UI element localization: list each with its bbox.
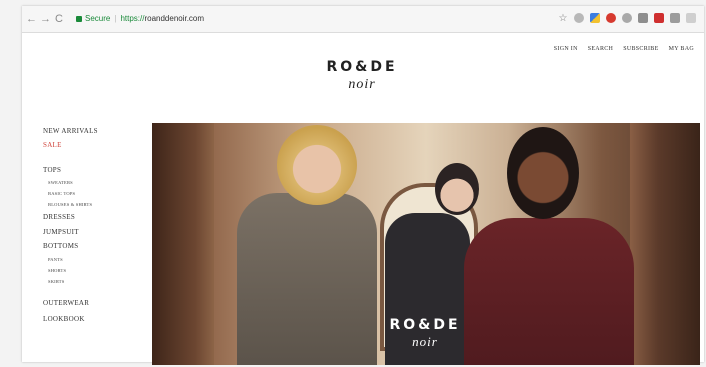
extension-globe-icon[interactable] [574, 13, 584, 23]
sidebar-item-sale[interactable]: SALE [43, 141, 62, 149]
sidebar-item-sweaters[interactable]: SWEATERS [48, 180, 73, 185]
top-nav-search[interactable]: SEARCH [588, 46, 613, 52]
bookmark-star-icon[interactable]: ☆ [558, 13, 568, 25]
sidebar-item-bottoms[interactable]: BOTTOMS [43, 242, 78, 250]
sidebar-item-pants[interactable]: PANTS [48, 257, 63, 262]
browser-window: ← → C Secure | https://roanddenoir.com ☆ S… [22, 6, 704, 365]
url-scheme: https:// [120, 14, 145, 23]
hero-logo-sub-text: noir [412, 334, 438, 349]
sidebar-item-blouses-shirts[interactable]: BLOUSES & SHIRTS [48, 202, 92, 207]
sidebar-item-tops[interactable]: TOPS [43, 166, 61, 174]
extension-python-icon[interactable] [590, 13, 600, 23]
sidebar-item-skirts[interactable]: SKIRTS [48, 279, 64, 284]
site-logo[interactable]: RO&DE noir [312, 59, 412, 93]
sidebar-item-shorts[interactable]: SHORTS [48, 268, 66, 273]
address-separator: | [114, 14, 117, 23]
extension-red-icon[interactable] [654, 13, 664, 23]
hero-door-right [630, 123, 700, 365]
address-bar[interactable]: Secure | https://roanddenoir.com [74, 10, 544, 28]
top-nav-sign-in[interactable]: SIGN IN [554, 46, 578, 52]
forward-arrow-icon[interactable]: → [40, 12, 51, 26]
top-nav-my-bag[interactable]: MY BAG [669, 46, 694, 52]
sidebar-item-outerwear[interactable]: OUTERWEAR [43, 299, 89, 307]
browser-toolbar: ← → C Secure | https://roanddenoir.com ☆ [22, 6, 704, 33]
hero-logo: RO&DE noir [380, 317, 470, 350]
sidebar-item-lookbook[interactable]: LOOKBOOK [43, 315, 85, 323]
back-arrow-icon[interactable]: ← [26, 12, 37, 26]
url-host: roanddenoir.com [144, 14, 205, 23]
sidebar-item-jumpsuit[interactable]: JUMPSUIT [43, 228, 79, 236]
lock-icon [76, 15, 82, 22]
secure-label: Secure [85, 14, 111, 23]
sidebar-item-dresses[interactable]: DRESSES [43, 213, 75, 221]
web-page: SIGN IN SEARCH SUBSCRIBE MY BAG RO&DE no… [22, 33, 704, 365]
hero-model-left-coat [237, 193, 377, 365]
hero-model-right-head [507, 127, 579, 219]
extension-stop-icon[interactable] [606, 13, 616, 23]
logo-main-text: RO&DE [326, 59, 398, 75]
logo-sub-text: noir [348, 77, 376, 92]
hero-image[interactable]: RO&DE noir [152, 123, 700, 365]
sidebar-item-new-arrivals[interactable]: NEW ARRIVALS [43, 127, 98, 135]
extension-icons: ☆ [558, 13, 696, 25]
top-nav-subscribe[interactable]: SUBSCRIBE [623, 46, 658, 52]
extension-square-icon[interactable] [670, 13, 680, 23]
hero-logo-main-text: RO&DE [389, 317, 461, 333]
hero-model-right-coat [464, 218, 634, 365]
hero-model-left-head [277, 125, 357, 205]
menu-icon[interactable] [686, 13, 696, 23]
extension-gray-icon[interactable] [622, 13, 632, 23]
extension-box-icon[interactable] [638, 13, 648, 23]
sidebar-item-basic-tops[interactable]: BASIC TOPS [48, 191, 75, 196]
top-nav: SIGN IN SEARCH SUBSCRIBE MY BAG [554, 46, 694, 52]
reload-icon[interactable]: C [55, 12, 63, 26]
hero-model-middle-head [435, 163, 479, 215]
hero-door-left [152, 123, 214, 365]
